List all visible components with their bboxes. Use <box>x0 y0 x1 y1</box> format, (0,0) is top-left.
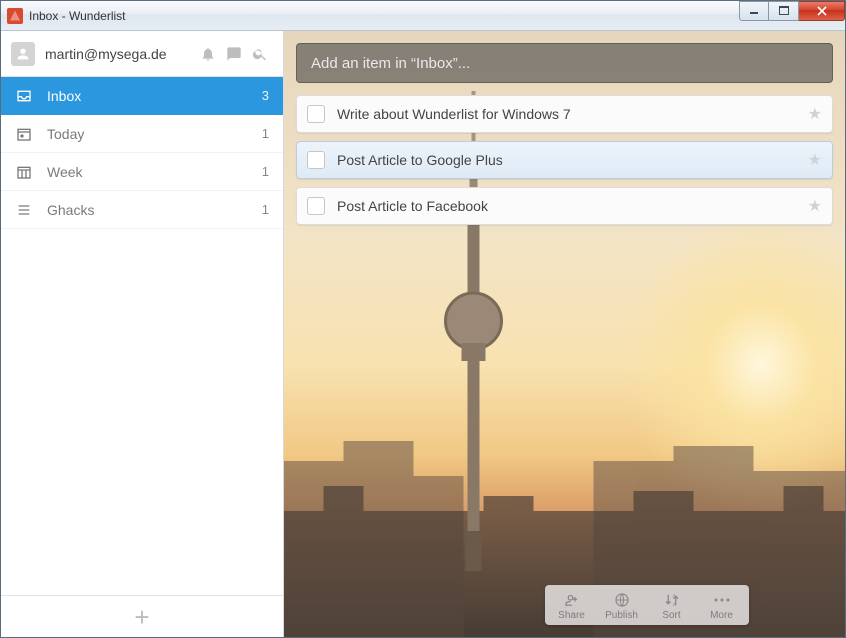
maximize-button[interactable] <box>769 1 799 21</box>
toolbar-label: Share <box>558 610 585 621</box>
sidebar-item-week[interactable]: Week 1 <box>1 153 283 191</box>
app-window: Inbox - Wunderlist martin@mysega.de <box>0 0 846 638</box>
task-title: Post Article to Facebook <box>337 198 808 214</box>
share-button[interactable]: Share <box>547 589 597 623</box>
add-list-button[interactable]: + <box>1 595 283 637</box>
plus-icon: + <box>134 604 149 630</box>
close-button[interactable] <box>799 1 845 21</box>
sidebar-item-label: Ghacks <box>47 202 262 218</box>
sidebar-header: martin@mysega.de <box>1 31 283 77</box>
svg-text:Z: Z <box>672 602 675 607</box>
add-item-placeholder: Add an item in “Inbox”... <box>311 55 470 72</box>
window-title: Inbox - Wunderlist <box>29 9 739 23</box>
sidebar-item-count: 1 <box>262 164 269 179</box>
toolbar-label: More <box>710 610 733 621</box>
user-email[interactable]: martin@mysega.de <box>45 46 195 62</box>
week-icon <box>15 163 33 181</box>
bottom-toolbar: Share Publish AZ Sort <box>545 585 749 625</box>
sort-icon: AZ <box>661 591 683 609</box>
sidebar-item-ghacks[interactable]: Ghacks 1 <box>1 191 283 229</box>
task-row[interactable]: Post Article to Facebook ★ <box>296 187 833 225</box>
sidebar-item-label: Inbox <box>47 88 262 104</box>
sidebar: martin@mysega.de Inbox 3 <box>1 31 284 637</box>
window-controls <box>739 1 845 21</box>
task-title: Write about Wunderlist for Windows 7 <box>337 106 808 122</box>
toolbar-label: Sort <box>662 610 680 621</box>
sidebar-item-count: 3 <box>262 88 269 103</box>
main-panel: Add an item in “Inbox”... Write about Wu… <box>284 31 845 637</box>
publish-button[interactable]: Publish <box>597 589 647 623</box>
toolbar-label: Publish <box>605 610 638 621</box>
sidebar-item-count: 1 <box>262 202 269 217</box>
task-title: Post Article to Google Plus <box>337 152 808 168</box>
search-icon[interactable] <box>247 41 273 67</box>
calendar-icon <box>15 125 33 143</box>
avatar[interactable] <box>11 42 35 66</box>
task-checkbox[interactable] <box>307 105 325 123</box>
more-icon <box>711 591 733 609</box>
inbox-icon <box>15 87 33 105</box>
star-icon[interactable]: ★ <box>808 150 822 170</box>
sidebar-item-inbox[interactable]: Inbox 3 <box>1 77 283 115</box>
comment-icon[interactable] <box>221 41 247 67</box>
add-item-input[interactable]: Add an item in “Inbox”... <box>296 43 833 83</box>
sidebar-item-today[interactable]: Today 1 <box>1 115 283 153</box>
share-icon <box>561 591 583 609</box>
sidebar-item-count: 1 <box>262 126 269 141</box>
more-button[interactable]: More <box>697 589 747 623</box>
globe-icon <box>611 591 633 609</box>
star-icon[interactable]: ★ <box>808 104 822 124</box>
app-body: martin@mysega.de Inbox 3 <box>1 31 845 637</box>
bell-icon[interactable] <box>195 41 221 67</box>
main-content: Add an item in “Inbox”... Write about Wu… <box>284 31 845 637</box>
task-checkbox[interactable] <box>307 197 325 215</box>
titlebar: Inbox - Wunderlist <box>1 1 845 31</box>
app-icon <box>7 8 23 24</box>
sidebar-lists: Inbox 3 Today 1 Week 1 <box>1 77 283 595</box>
star-icon[interactable]: ★ <box>808 196 822 216</box>
sidebar-item-label: Today <box>47 126 262 142</box>
svg-text:A: A <box>672 593 675 598</box>
sidebar-item-label: Week <box>47 164 262 180</box>
task-row[interactable]: Post Article to Google Plus ★ <box>296 141 833 179</box>
sort-button[interactable]: AZ Sort <box>647 589 697 623</box>
list-icon <box>15 201 33 219</box>
task-checkbox[interactable] <box>307 151 325 169</box>
task-row[interactable]: Write about Wunderlist for Windows 7 ★ <box>296 95 833 133</box>
minimize-button[interactable] <box>739 1 769 21</box>
